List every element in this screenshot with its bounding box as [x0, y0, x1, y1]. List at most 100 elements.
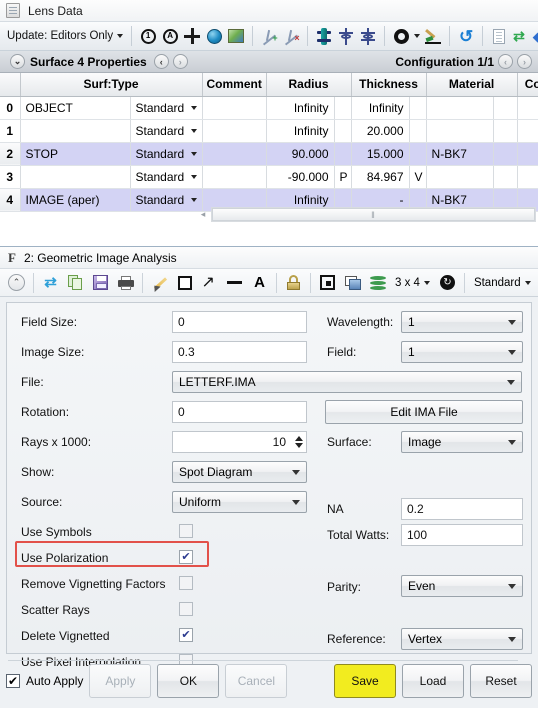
- material-cell[interactable]: [426, 165, 494, 189]
- grid-corner-cell[interactable]: [0, 73, 21, 97]
- save-button[interactable]: Save: [334, 664, 396, 698]
- surface-name-cell[interactable]: [20, 119, 131, 143]
- map-layout-icon[interactable]: [225, 25, 247, 47]
- row-header-cell[interactable]: 4: [0, 188, 21, 212]
- paint-brush-icon[interactable]: [422, 25, 444, 47]
- undo-arrow-icon[interactable]: ↺: [455, 25, 477, 47]
- grid-horizontal-scrollbar[interactable]: ◂ ‖: [195, 206, 536, 223]
- insert-surface-icon[interactable]: +: [258, 25, 280, 47]
- material-solve-cell[interactable]: [493, 96, 518, 120]
- apply-button[interactable]: Apply: [89, 664, 152, 698]
- comment-cell[interactable]: [202, 96, 267, 120]
- auto-apply-checkbox[interactable]: ✔: [6, 674, 20, 688]
- grid-size-dropdown[interactable]: 3 x 4: [390, 277, 435, 289]
- coating-cell[interactable]: [517, 96, 538, 120]
- total-watts-input[interactable]: 100: [401, 524, 523, 546]
- rotation-input[interactable]: 0: [172, 401, 307, 423]
- arrows-blue-icon[interactable]: ◆◄: [532, 25, 538, 47]
- surface-name-cell[interactable]: [20, 165, 131, 189]
- pencil-icon[interactable]: [147, 271, 172, 295]
- material-solve-cell[interactable]: [493, 119, 518, 143]
- copy-icon[interactable]: [63, 271, 88, 295]
- column-header-material[interactable]: Material: [426, 73, 518, 97]
- config-next-button[interactable]: ›: [517, 54, 532, 69]
- arrow-icon[interactable]: ↗: [197, 271, 222, 295]
- column-header-surf-type[interactable]: Surf:Type: [20, 73, 203, 97]
- report-icon[interactable]: [488, 25, 510, 47]
- chevron-down-circle-icon[interactable]: ⌄: [10, 54, 25, 69]
- chevron-down-icon[interactable]: [412, 25, 422, 47]
- use-symbols-checkbox[interactable]: [179, 524, 193, 538]
- radius-cell[interactable]: Infinity: [266, 119, 335, 143]
- text-icon[interactable]: A: [247, 271, 272, 295]
- thickness-cell[interactable]: 84.967: [351, 165, 410, 189]
- surface-name-cell[interactable]: OBJECT: [20, 96, 131, 120]
- aperture-icon[interactable]: [357, 25, 379, 47]
- reset-button[interactable]: Reset: [470, 664, 532, 698]
- row-header-cell[interactable]: 0: [0, 96, 21, 120]
- update-mode-dropdown[interactable]: Update: Editors Only: [5, 28, 126, 44]
- na-input[interactable]: 0.2: [401, 498, 523, 520]
- thickness-cell[interactable]: 20.000: [351, 119, 410, 143]
- line-icon[interactable]: [222, 271, 247, 295]
- rays-spinner-buttons[interactable]: [292, 432, 306, 452]
- scrollbar-track[interactable]: ‖: [211, 207, 536, 222]
- surface-name-cell[interactable]: STOP: [20, 142, 131, 166]
- cancel-button[interactable]: Cancel: [225, 664, 288, 698]
- surface-type-cell[interactable]: Standard: [130, 96, 203, 120]
- refresh-icon[interactable]: ⇄: [38, 271, 63, 295]
- wavelength-dropdown[interactable]: 1: [401, 311, 523, 333]
- show-dropdown[interactable]: Spot Diagram: [172, 461, 307, 483]
- ok-button[interactable]: OK: [157, 664, 220, 698]
- remove-vignetting-checkbox[interactable]: [179, 576, 193, 590]
- material-cell[interactable]: [426, 119, 494, 143]
- reset-clock-icon[interactable]: ↻: [435, 271, 460, 295]
- surface-type-cell[interactable]: Standard: [130, 188, 203, 212]
- load-button[interactable]: Load: [402, 664, 464, 698]
- shaded-model-icon[interactable]: [335, 25, 357, 47]
- row-header-cell[interactable]: 2: [0, 142, 21, 166]
- lock-icon[interactable]: [281, 271, 306, 295]
- thickness-cell[interactable]: 15.000: [351, 142, 410, 166]
- rays-stepper[interactable]: 10: [172, 431, 307, 453]
- material-cell[interactable]: [426, 96, 494, 120]
- use-polarization-checkbox[interactable]: [179, 550, 193, 564]
- material-solve-cell[interactable]: [493, 142, 518, 166]
- surface-dropdown[interactable]: Image: [401, 431, 523, 453]
- layers-icon[interactable]: [365, 271, 390, 295]
- reference-dropdown[interactable]: Vertex: [401, 628, 523, 650]
- table-row[interactable]: 2 STOP Standard 90.000 15.000 N-BK7: [0, 142, 538, 166]
- comment-cell[interactable]: [202, 165, 267, 189]
- column-header-thickness[interactable]: Thickness: [351, 73, 427, 97]
- table-row[interactable]: 0 OBJECT Standard Infinity Infinity: [0, 96, 538, 120]
- column-header-radius[interactable]: Radius: [266, 73, 352, 97]
- coating-cell[interactable]: [517, 119, 538, 143]
- circle-a-icon[interactable]: A: [159, 25, 181, 47]
- detach-window-icon[interactable]: [340, 271, 365, 295]
- surface-prev-button[interactable]: ‹: [153, 54, 169, 69]
- print-icon[interactable]: [113, 271, 138, 295]
- row-header-cell[interactable]: 3: [0, 165, 21, 189]
- collapse-up-icon[interactable]: ⌃: [4, 271, 29, 295]
- radius-cell[interactable]: Infinity: [266, 96, 335, 120]
- surface-next-button[interactable]: ›: [172, 54, 188, 69]
- radius-cell[interactable]: 90.000: [266, 142, 335, 166]
- comment-cell[interactable]: [202, 142, 267, 166]
- field-size-input[interactable]: 0: [172, 311, 307, 333]
- thickness-solve-cell[interactable]: [409, 96, 427, 120]
- column-header-coating[interactable]: Coating: [517, 73, 538, 97]
- lens-data-grid[interactable]: Surf:Type Comment Radius Thickness Mater…: [0, 73, 538, 225]
- coating-cell[interactable]: [517, 165, 538, 189]
- style-dropdown[interactable]: Standard: [469, 277, 536, 289]
- comment-cell[interactable]: [202, 119, 267, 143]
- edit-ima-file-button[interactable]: Edit IMA File: [325, 400, 523, 424]
- thickness-cell[interactable]: Infinity: [351, 96, 410, 120]
- swap-green-icon[interactable]: ⇄: [510, 25, 532, 47]
- crosshair-plus-icon[interactable]: [181, 25, 203, 47]
- thickness-solve-cell[interactable]: [409, 119, 427, 143]
- radius-solve-cell[interactable]: [334, 119, 352, 143]
- config-prev-button[interactable]: ‹: [498, 54, 513, 69]
- surface-name-cell[interactable]: IMAGE (aper): [20, 188, 131, 212]
- thickness-solve-cell[interactable]: V: [409, 165, 427, 189]
- parity-dropdown[interactable]: Even: [401, 575, 523, 597]
